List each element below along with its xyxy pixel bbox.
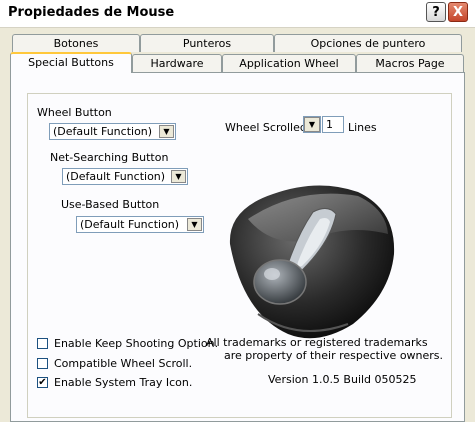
use-based-select[interactable]: (Default Function) ▼	[76, 216, 204, 233]
keep-shooting-checkbox[interactable]	[37, 338, 48, 349]
net-searching-select[interactable]: (Default Function) ▼	[62, 168, 188, 185]
window-title: Propiedades de Mouse	[8, 5, 175, 20]
mouse-image	[229, 185, 395, 339]
use-based-label: Use-Based Button	[61, 198, 160, 211]
keep-shooting-label: Enable Keep Shooting Option.	[54, 337, 219, 350]
chevron-down-icon[interactable]: ▼	[304, 117, 320, 132]
wheel-scrolled-label: Wheel Scrolled	[225, 121, 307, 134]
tab-special-buttons[interactable]: Special Buttons	[10, 52, 132, 73]
wheel-scrolled-input[interactable]: 1	[322, 116, 344, 133]
chevron-down-icon[interactable]: ▼	[187, 218, 202, 231]
help-button[interactable]: ?	[426, 2, 446, 22]
wheel-scrolled-unit: Lines	[348, 121, 377, 134]
settings-group: Wheel Button (Default Function) ▼ Net-Se…	[27, 93, 452, 418]
chevron-down-icon[interactable]: ▼	[159, 125, 174, 138]
tab-opciones-de-puntero[interactable]: Opciones de puntero	[274, 34, 462, 52]
system-tray-icon-checkbox[interactable]: ✔	[37, 377, 48, 388]
compatible-wheel-scroll-label: Compatible Wheel Scroll.	[54, 357, 193, 370]
version-label: Version 1.0.5 Build 050525	[268, 373, 417, 386]
chevron-down-icon[interactable]: ▼	[171, 170, 186, 183]
special-buttons-panel: Wheel Button (Default Function) ▼ Net-Se…	[10, 72, 465, 422]
tab-botones[interactable]: Botones	[12, 34, 140, 52]
tab-hardware[interactable]: Hardware	[132, 54, 222, 72]
checkmark-icon: ✔	[38, 377, 47, 388]
wheel-button-label: Wheel Button	[37, 106, 112, 119]
wheel-button-select[interactable]: (Default Function) ▼	[49, 123, 176, 140]
trademark-line-2: are property of their respective owners.	[224, 349, 444, 362]
wheel-scrolled-dropdown[interactable]: ▼	[303, 116, 321, 133]
tab-macros-page[interactable]: Macros Page	[356, 54, 464, 72]
tab-punteros[interactable]: Punteros	[140, 34, 274, 52]
trademark-line-1: All trademarks or registered trademarks	[206, 336, 428, 349]
use-based-value: (Default Function)	[80, 218, 180, 231]
mouse-properties-window: Propiedades de Mouse ? X Botones Puntero…	[0, 0, 475, 422]
title-bar[interactable]: Propiedades de Mouse ? X	[0, 0, 475, 28]
compatible-wheel-scroll-checkbox[interactable]	[37, 358, 48, 369]
net-searching-value: (Default Function)	[66, 170, 166, 183]
tab-application-wheel[interactable]: Application Wheel	[222, 54, 356, 72]
close-button[interactable]: X	[448, 2, 468, 22]
wheel-scrolled-value: 1	[326, 118, 333, 131]
net-searching-label: Net-Searching Button	[50, 151, 169, 164]
wheel-button-value: (Default Function)	[53, 125, 153, 138]
system-tray-icon-label: Enable System Tray Icon.	[54, 376, 193, 389]
